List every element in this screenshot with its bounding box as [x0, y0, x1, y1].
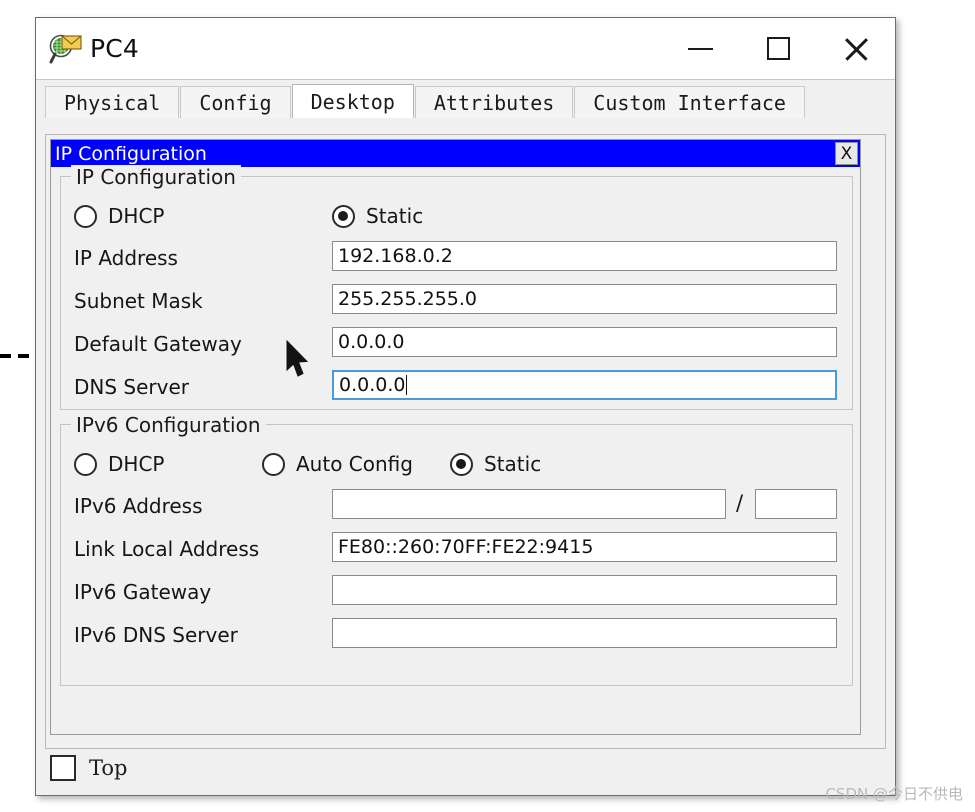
ipv4-dns-server-value: 0.0.0.0: [339, 374, 406, 396]
ipv4-configuration-group: IP Configuration DHCP Static IP Address …: [60, 165, 853, 410]
text-caret: [406, 375, 408, 395]
ipv4-default-gateway-input[interactable]: 0.0.0.0: [332, 327, 837, 357]
ipv4-dhcp-radio[interactable]: [74, 204, 97, 228]
tab-custom-interface-label: Custom Interface: [593, 90, 786, 115]
desktop-panel: IP Configuration X IP Configuration DHCP: [45, 134, 886, 749]
tab-config-label: Config: [199, 90, 272, 115]
tab-custom-interface[interactable]: Custom Interface: [574, 86, 805, 118]
maximize-button[interactable]: [739, 18, 817, 79]
top-checkbox-label: Top: [89, 756, 128, 780]
ipv4-ip-address-label: IP Address: [74, 246, 178, 270]
ipv6-link-local-address-label: Link Local Address: [74, 537, 260, 561]
minimize-icon: [687, 47, 713, 50]
device-window: PC4 Physical Config Desktop Attributes C…: [35, 17, 896, 796]
close-x-label: X: [840, 143, 853, 164]
ipv4-default-gateway-label: Default Gateway: [74, 332, 242, 356]
top-checkbox-row[interactable]: Top: [50, 755, 127, 781]
close-button[interactable]: [817, 18, 895, 79]
ipv4-static-radio-row[interactable]: Static: [332, 204, 423, 228]
ipv6-dhcp-radio-row[interactable]: DHCP: [74, 452, 164, 476]
tab-physical[interactable]: Physical: [45, 86, 180, 118]
ipv4-subnet-mask-value: 255.255.255.0: [338, 288, 478, 310]
ipv4-dns-server-label: DNS Server: [74, 375, 189, 399]
ipv4-default-gateway-value: 0.0.0.0: [338, 331, 405, 353]
minimize-button[interactable]: [661, 18, 739, 79]
top-checkbox[interactable]: [50, 755, 76, 781]
ipv6-auto-config-label: Auto Config: [296, 452, 413, 476]
ipv4-dhcp-radio-row[interactable]: DHCP: [74, 204, 164, 228]
ipv6-link-local-address-value: FE80::260:70FF:FE22:9415: [338, 536, 594, 558]
ipv4-static-radio[interactable]: [332, 204, 355, 228]
ipv4-static-label: Static: [366, 204, 424, 228]
ipv6-link-local-address-input[interactable]: FE80::260:70FF:FE22:9415: [332, 532, 837, 562]
ipv6-prefix-length-input[interactable]: [755, 489, 837, 519]
screen: PC4 Physical Config Desktop Attributes C…: [0, 0, 975, 812]
ip-configuration-window: IP Configuration X IP Configuration DHCP: [50, 139, 861, 735]
tab-attributes-label: Attributes: [433, 90, 555, 115]
ipv4-subnet-mask-label: Subnet Mask: [74, 289, 203, 313]
window-title: PC4: [90, 34, 140, 63]
maximize-icon: [766, 37, 790, 60]
ipv4-dns-server-input[interactable]: 0.0.0.0: [332, 370, 837, 400]
ipv6-dhcp-radio[interactable]: [74, 452, 97, 476]
ipv6-static-radio[interactable]: [450, 452, 473, 476]
network-link-line: [0, 354, 38, 358]
ipv4-group-legend: IP Configuration: [71, 165, 241, 189]
tab-desktop-label: Desktop: [310, 89, 395, 114]
ipv6-address-label: IPv6 Address: [74, 494, 203, 518]
close-icon: [843, 36, 869, 62]
inspect-magnifier-envelope-icon: [49, 33, 83, 65]
ipv4-ip-address-input[interactable]: 192.168.0.2: [332, 241, 837, 271]
ipv6-auto-config-radio-row[interactable]: Auto Config: [262, 452, 413, 476]
ipv6-group-legend: IPv6 Configuration: [71, 413, 266, 437]
ipv4-ip-address-value: 192.168.0.2: [338, 245, 453, 267]
ipv4-subnet-mask-input[interactable]: 255.255.255.0: [332, 284, 837, 314]
window-controls: [661, 18, 895, 79]
watermark: CSDN @今日不供电: [825, 785, 963, 803]
ip-configuration-close-button[interactable]: X: [835, 142, 858, 165]
ipv6-dns-server-label: IPv6 DNS Server: [74, 623, 238, 647]
tab-desktop[interactable]: Desktop: [291, 84, 414, 118]
ipv6-prefix-separator: /: [736, 491, 744, 515]
tab-physical-label: Physical: [64, 90, 161, 115]
ipv4-dhcp-label: DHCP: [108, 204, 165, 228]
ipv6-address-input[interactable]: [332, 489, 726, 519]
ipv6-auto-config-radio[interactable]: [262, 452, 285, 476]
ipv6-dhcp-label: DHCP: [108, 452, 165, 476]
ipv6-dns-server-input[interactable]: [332, 618, 837, 648]
ipv6-static-radio-row[interactable]: Static: [450, 452, 541, 476]
ipv6-configuration-group: IPv6 Configuration DHCP Auto Config Stat…: [60, 413, 853, 686]
ipv6-static-label: Static: [484, 452, 542, 476]
window-titlebar: PC4: [36, 18, 895, 80]
ip-configuration-titlebar[interactable]: IP Configuration X: [51, 140, 860, 167]
ipv6-gateway-label: IPv6 Gateway: [74, 580, 212, 604]
tab-attributes[interactable]: Attributes: [414, 86, 574, 118]
ip-configuration-title: IP Configuration: [55, 142, 207, 165]
tab-config[interactable]: Config: [180, 86, 291, 118]
ipv6-gateway-input[interactable]: [332, 575, 837, 605]
tab-strip: Physical Config Desktop Attributes Custo…: [45, 84, 895, 118]
